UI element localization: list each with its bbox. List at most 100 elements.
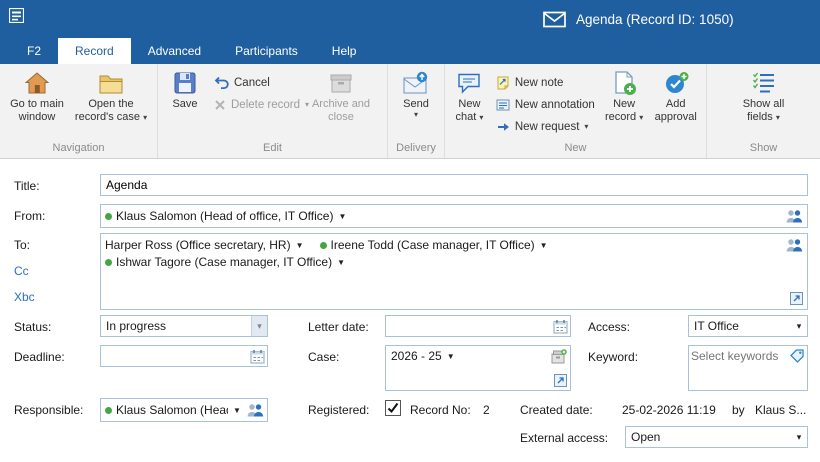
responsible-chip[interactable]: Klaus Salomon (Head o ▼ xyxy=(105,403,241,417)
participant-picker-icon[interactable] xyxy=(246,403,264,417)
dropdown-arrow-icon: ▾ xyxy=(584,122,589,131)
new-request-label: New request xyxy=(514,121,580,133)
from-field[interactable]: Klaus Salomon (Head of office, IT Office… xyxy=(100,204,808,228)
titlebar: Agenda (Record ID: 1050) xyxy=(0,0,820,38)
dropdown-arrow-icon: ▼ xyxy=(337,257,346,267)
calendar-icon[interactable] xyxy=(553,319,568,334)
keyword-field[interactable] xyxy=(688,345,808,391)
responsible-field[interactable]: Klaus Salomon (Head o ▼ xyxy=(100,398,268,422)
delete-icon xyxy=(214,99,226,111)
from-label: From: xyxy=(14,209,46,223)
to-recipient-chip[interactable]: Ireene Todd (Case manager, IT Office) ▼ xyxy=(319,238,548,252)
status-value: In progress xyxy=(106,319,167,333)
window-title: Agenda (Record ID: 1050) xyxy=(576,11,734,27)
undo-icon xyxy=(214,76,229,90)
access-label: Access: xyxy=(588,320,631,334)
show-all-fields-icon xyxy=(751,68,777,98)
presence-dot-icon xyxy=(105,406,112,414)
dropdown-arrow-icon: ▾ xyxy=(413,109,418,119)
dropdown-arrow-icon: ▼ xyxy=(338,211,347,221)
new-chat-button[interactable]: New chat ▾ xyxy=(448,66,491,124)
envelope-icon xyxy=(543,11,566,28)
ribbon: Go to main window Open the record's case… xyxy=(0,64,820,159)
send-label: Send xyxy=(403,98,429,110)
tab-participants[interactable]: Participants xyxy=(218,38,315,64)
xbc-link[interactable]: Xbc xyxy=(14,290,35,304)
ribbon-group-edit: Save Cancel Delete record ▾ Archive and … xyxy=(158,64,388,158)
dropdown-arrow-icon: ▾ xyxy=(796,320,802,331)
to-field[interactable]: Harper Ross (Office secretary, HR) ▼ Ire… xyxy=(100,233,808,310)
new-annotation-button[interactable]: New annotation xyxy=(491,94,600,116)
new-record-button[interactable]: New record ▾ xyxy=(600,66,649,124)
access-dropdown[interactable]: IT Office ▾ xyxy=(688,315,808,337)
dropdown-arrow-icon: ▼ xyxy=(539,240,548,250)
save-icon xyxy=(172,68,198,98)
expand-field-icon[interactable] xyxy=(554,374,567,387)
new-request-button[interactable]: New request ▾ xyxy=(491,116,600,138)
request-arrow-icon xyxy=(496,120,510,134)
save-button[interactable]: Save xyxy=(161,66,209,111)
chat-icon xyxy=(456,68,482,98)
to-recipient-name: Ishwar Tagore (Case manager, IT Office) xyxy=(116,255,333,269)
go-to-main-window-label: Go to main window xyxy=(10,98,64,123)
responsible-label: Responsible: xyxy=(14,403,84,417)
cc-link[interactable]: Cc xyxy=(14,264,29,278)
title-label: Title: xyxy=(14,179,40,193)
cancel-label: Cancel xyxy=(234,77,270,89)
cancel-button[interactable]: Cancel xyxy=(209,72,305,94)
status-label: Status: xyxy=(14,320,52,334)
tab-help[interactable]: Help xyxy=(315,38,374,64)
dropdown-arrow-icon: ▾ xyxy=(775,112,780,122)
deadline-field[interactable] xyxy=(100,345,268,367)
from-recipient-chip[interactable]: Klaus Salomon (Head of office, IT Office… xyxy=(105,209,346,223)
new-note-button[interactable]: New note xyxy=(491,72,600,94)
new-record-label: New record xyxy=(604,98,637,123)
tab-f2[interactable]: F2 xyxy=(10,38,58,64)
ribbon-tabbar: F2 Record Advanced Participants Help xyxy=(0,38,820,64)
new-chat-label: New chat xyxy=(455,98,481,123)
add-approval-button[interactable]: Add approval xyxy=(648,66,703,124)
participant-picker-icon[interactable] xyxy=(785,238,803,252)
tab-advanced[interactable]: Advanced xyxy=(131,38,218,64)
presence-dot-icon xyxy=(105,212,112,220)
archive-and-close-button[interactable]: Archive and close xyxy=(305,66,377,124)
case-label: Case: xyxy=(308,350,340,364)
go-to-main-window-button[interactable]: Go to main window xyxy=(3,66,71,124)
deadline-label: Deadline: xyxy=(14,350,65,364)
letter-date-field[interactable] xyxy=(385,315,571,337)
folder-icon xyxy=(98,68,124,98)
new-record-icon xyxy=(611,68,637,98)
letter-date-label: Letter date: xyxy=(308,320,369,334)
to-label: To: xyxy=(14,238,31,252)
expand-field-icon[interactable] xyxy=(790,292,803,305)
to-recipient-chip[interactable]: Harper Ross (Office secretary, HR) ▼ xyxy=(105,238,304,252)
to-recipient-chip[interactable]: Ishwar Tagore (Case manager, IT Office) … xyxy=(105,255,345,269)
app-icon[interactable] xyxy=(8,7,25,26)
external-access-label: External access: xyxy=(520,431,609,445)
case-value-chip[interactable]: 2026 - 25 ▼ xyxy=(391,349,455,363)
status-dropdown[interactable]: In progress ▾ xyxy=(100,315,268,337)
case-box-icon[interactable] xyxy=(551,349,567,364)
new-small-buttons: New note New annotation New request ▾ xyxy=(491,66,600,138)
created-by-author: Klaus S... xyxy=(755,403,807,417)
registered-checkbox[interactable] xyxy=(385,400,401,416)
show-all-fields-button[interactable]: Show all fields ▾ xyxy=(733,66,795,124)
archive-and-close-label: Archive and close xyxy=(311,98,371,123)
keyword-input[interactable] xyxy=(691,349,787,363)
open-records-case-button[interactable]: Open the record's case ▾ xyxy=(71,66,151,124)
dropdown-arrow-icon: ▼ xyxy=(446,351,455,361)
title-input[interactable] xyxy=(100,174,808,196)
delete-record-button[interactable]: Delete record ▾ xyxy=(209,94,309,116)
delete-record-label: Delete record xyxy=(231,99,301,111)
tag-icon[interactable] xyxy=(790,349,804,363)
record-no-value: 2 xyxy=(483,403,490,417)
dropdown-arrow-icon: ▾ xyxy=(251,316,267,336)
external-access-dropdown[interactable]: Open ▾ xyxy=(625,426,808,448)
calendar-icon[interactable] xyxy=(250,349,265,364)
participant-picker-icon[interactable] xyxy=(785,209,803,223)
send-button[interactable]: Send ▾ xyxy=(392,66,440,119)
created-date-label: Created date: xyxy=(520,403,593,417)
case-field[interactable]: 2026 - 25 ▼ xyxy=(385,345,571,391)
save-label: Save xyxy=(172,98,198,110)
tab-record[interactable]: Record xyxy=(58,38,131,64)
